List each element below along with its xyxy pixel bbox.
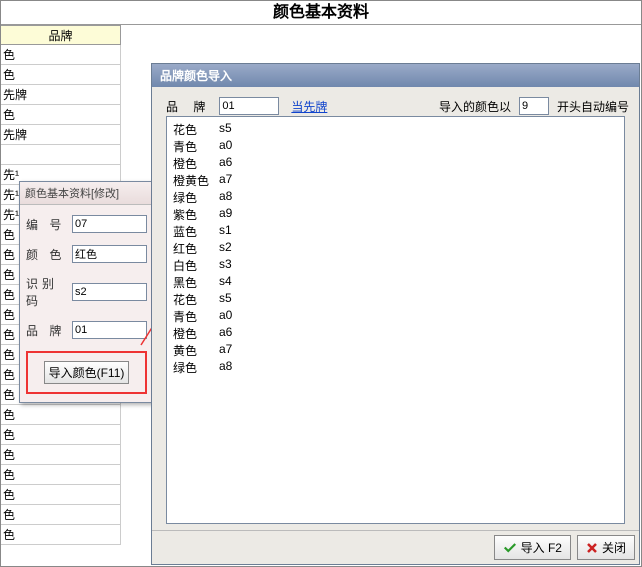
import-list-item[interactable]: 花色s5 <box>173 121 618 138</box>
prefix-suffix-label: 开头自动编号 <box>557 98 629 115</box>
brand-list-item[interactable]: 色 <box>1 105 121 125</box>
import-list-item[interactable]: 橙黄色a7 <box>173 172 618 189</box>
import-list-item[interactable]: 橙色a6 <box>173 155 618 172</box>
id-field[interactable] <box>72 215 147 233</box>
import-confirm-button[interactable]: 导入 F2 <box>494 535 571 560</box>
brand-list-item[interactable]: 色 <box>1 505 121 525</box>
import-list-item[interactable]: 红色s2 <box>173 240 618 257</box>
brand-list-item[interactable]: 色 <box>1 405 121 425</box>
import-dialog-title: 品牌颜色导入 <box>152 64 639 87</box>
brand-list-item[interactable]: 色 <box>1 65 121 85</box>
brand-header: 品牌 <box>1 25 121 45</box>
code-label: 识别码 <box>26 275 72 309</box>
import-color-list[interactable]: 花色s5青色a0橙色a6橙黄色a7绿色a8紫色a9蓝色s1红色s2白色s3黑色s… <box>166 116 625 524</box>
color-field[interactable] <box>72 245 147 263</box>
import-brand-field[interactable] <box>219 97 279 115</box>
import-list-item[interactable]: 白色s3 <box>173 257 618 274</box>
brand-list-item[interactable]: 先牌 <box>1 125 121 145</box>
import-hotkey-highlight: 导入颜色(F11) <box>26 351 147 394</box>
code-field[interactable] <box>72 283 147 301</box>
brand-list-item[interactable]: 色 <box>1 45 121 65</box>
import-list-item[interactable]: 橙色a6 <box>173 325 618 342</box>
id-label: 编 号 <box>26 216 72 233</box>
modify-dialog: 颜色基本资料[修改] 编 号 颜 色 识别码 品 牌 导入颜色(F11) <box>19 181 154 403</box>
brand-field[interactable] <box>72 321 147 339</box>
prefix-field[interactable] <box>519 97 549 115</box>
page-title: 颜色基本资料 <box>1 1 641 25</box>
import-list-item[interactable]: 绿色a8 <box>173 189 618 206</box>
brand-list-item[interactable]: 色 <box>1 465 121 485</box>
current-brand-link[interactable]: 当先牌 <box>291 98 327 115</box>
close-button[interactable]: 关闭 <box>577 535 635 560</box>
brand-list-item[interactable]: 色 <box>1 425 121 445</box>
import-list-item[interactable]: 黄色a7 <box>173 342 618 359</box>
close-label: 关闭 <box>602 539 626 556</box>
brand-list-item[interactable] <box>1 145 121 165</box>
import-list-item[interactable]: 绿色a8 <box>173 359 618 376</box>
import-brand-label: 品 牌 <box>166 98 211 115</box>
import-list-item[interactable]: 花色s5 <box>173 291 618 308</box>
modify-dialog-title: 颜色基本资料[修改] <box>20 182 153 205</box>
import-list-item[interactable]: 蓝色s1 <box>173 223 618 240</box>
import-confirm-label: 导入 F2 <box>521 539 562 556</box>
brand-list-item[interactable]: 色 <box>1 485 121 505</box>
check-icon <box>503 542 517 553</box>
import-dialog: 品牌颜色导入 品 牌 当先牌 导入的颜色以 开头自动编号 花色s5青色a0橙色a… <box>151 63 640 565</box>
color-label: 颜 色 <box>26 246 72 263</box>
prefix-label: 导入的颜色以 <box>439 98 511 115</box>
brand-list-item[interactable]: 色 <box>1 445 121 465</box>
brand-list-item[interactable]: 先牌 <box>1 85 121 105</box>
import-list-item[interactable]: 紫色a9 <box>173 206 618 223</box>
import-list-item[interactable]: 青色a0 <box>173 308 618 325</box>
import-list-item[interactable]: 青色a0 <box>173 138 618 155</box>
brand-label: 品 牌 <box>26 322 72 339</box>
import-color-button[interactable]: 导入颜色(F11) <box>44 361 130 384</box>
close-icon <box>586 542 598 554</box>
import-list-item[interactable]: 黑色s4 <box>173 274 618 291</box>
brand-list-item[interactable]: 色 <box>1 525 121 545</box>
